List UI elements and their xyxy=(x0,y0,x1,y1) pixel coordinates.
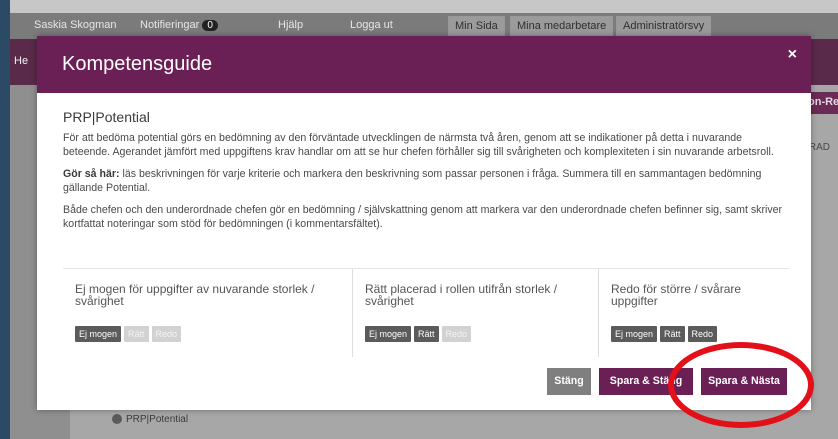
option-ratt-placerad[interactable]: Rätt placerad i rollen utifrån storlek /… xyxy=(353,269,599,357)
kompetensguide-modal: Kompetensguide × PRP|Potential För att b… xyxy=(37,36,811,410)
pill-ratt[interactable]: Rätt xyxy=(414,326,439,342)
notifications-count-badge: 0 xyxy=(202,20,218,31)
modal-title: Kompetensguide xyxy=(62,53,213,75)
background-action-button[interactable]: on-Re xyxy=(808,92,838,114)
instructions-text: läs beskrivningen för varje kriterie och… xyxy=(63,168,762,194)
column-header-fragment: RAD xyxy=(808,142,830,153)
pill-ej-mogen[interactable]: Ej mogen xyxy=(611,326,658,342)
option-label: Redo för större / svårare uppgifter xyxy=(611,282,742,308)
row-icon xyxy=(112,414,122,425)
tab-administratorsvy[interactable]: Administratörsvy xyxy=(616,16,712,36)
instructions-label: Gör så här: xyxy=(63,168,120,180)
option-pills: Ej mogen Rätt Redo xyxy=(365,326,472,342)
pill-ratt[interactable]: Rätt xyxy=(124,326,149,342)
notifications-label: Notifieringar xyxy=(140,19,200,31)
option-redo[interactable]: Redo för större / svårare uppgifter Ej m… xyxy=(599,269,789,357)
option-pills: Ej mogen Rätt Redo xyxy=(75,326,182,342)
user-name[interactable]: Saskia Skogman xyxy=(34,19,117,31)
pill-redo[interactable]: Redo xyxy=(441,326,472,342)
header-fragment: He xyxy=(14,55,29,67)
pill-redo[interactable]: Redo xyxy=(151,326,182,342)
logout-link[interactable]: Logga ut xyxy=(350,19,393,31)
modal-body: PRP|Potential För att bedöma potential g… xyxy=(63,109,789,239)
option-label: Ej mogen för uppgifter av nuvarande stor… xyxy=(75,282,315,308)
save-and-close-button[interactable]: Spara & Stäng xyxy=(599,368,693,395)
notifications-link[interactable]: Notifieringar 0 xyxy=(140,19,218,31)
left-edge-strip xyxy=(0,0,10,439)
instructions-paragraph: Gör så här: läs beskrivningen för varje … xyxy=(63,167,789,195)
option-pills: Ej mogen Rätt Redo xyxy=(611,326,718,342)
assessment-paragraph: Både chefen och den underordnade chefen … xyxy=(63,204,783,230)
pill-ej-mogen[interactable]: Ej mogen xyxy=(365,326,412,342)
help-link[interactable]: Hjälp xyxy=(278,19,303,31)
save-and-next-button[interactable]: Spara & Nästa xyxy=(701,368,787,395)
close-icon[interactable]: × xyxy=(788,46,797,64)
option-ej-mogen[interactable]: Ej mogen för uppgifter av nuvarande stor… xyxy=(63,269,353,357)
pill-ej-mogen[interactable]: Ej mogen xyxy=(75,326,122,342)
tab-min-sida[interactable]: Min Sida xyxy=(448,16,505,36)
bottom-row-label: PRP|Potential xyxy=(112,414,188,425)
section-title: PRP|Potential xyxy=(63,109,150,125)
close-button[interactable]: Stäng xyxy=(547,368,591,395)
option-label: Rätt placerad i rollen utifrån storlek /… xyxy=(365,282,558,308)
description-paragraph: För att bedöma potential görs en bedömni… xyxy=(63,132,774,158)
assessment-options: Ej mogen för uppgifter av nuvarande stor… xyxy=(63,268,789,357)
pill-ratt[interactable]: Rätt xyxy=(660,326,685,342)
modal-header: Kompetensguide × xyxy=(37,36,811,93)
tab-mina-medarbetare[interactable]: Mina medarbetare xyxy=(510,16,614,36)
pill-redo[interactable]: Redo xyxy=(687,326,718,342)
bottom-row-text: PRP|Potential xyxy=(126,414,189,425)
